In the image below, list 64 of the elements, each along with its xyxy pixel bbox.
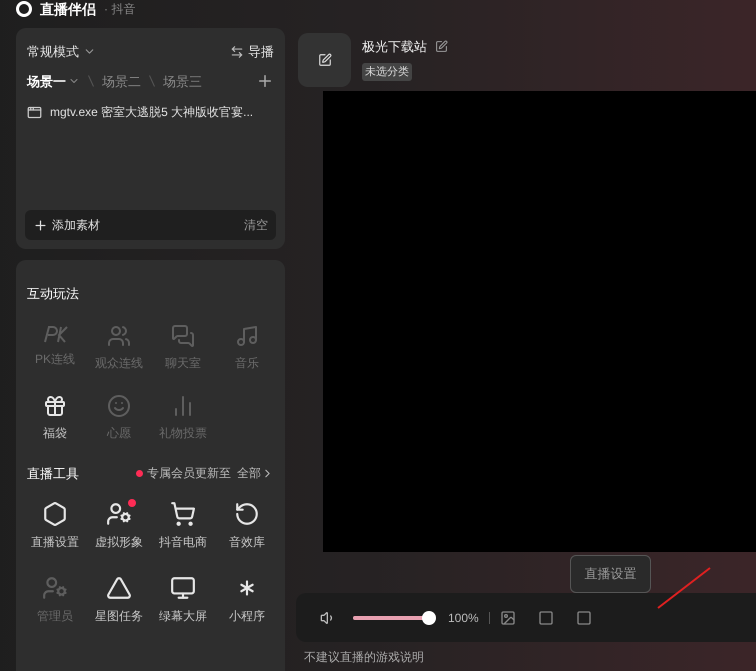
edit-icon (318, 53, 332, 67)
tile-label: 小程序 (229, 608, 265, 625)
tooltip: 直播设置 (570, 555, 651, 594)
source-item[interactable]: mgtv.exe 密室大逃脱5 大神版收官宴... (25, 103, 276, 121)
section-title: 直播工具 (27, 464, 79, 482)
window-icon[interactable] (576, 610, 592, 626)
feature-tile[interactable]: 绿幕大屏 (152, 571, 214, 629)
source-name: mgtv.exe 密室大逃脱5 大神版收官宴... (50, 104, 254, 121)
room-title: 极光下载站 (362, 38, 427, 56)
section-title: 互动玩法 (27, 285, 80, 303)
tile-label: 音效库 (229, 534, 265, 551)
tile-label: 福袋 (43, 424, 67, 442)
monitor-icon (170, 575, 196, 601)
feature-tile[interactable]: 抖音电商 (152, 497, 214, 555)
all-link[interactable]: 全部 (237, 464, 274, 482)
tile-label: 抖音电商 (159, 534, 207, 551)
tile-label: 礼物投票 (159, 424, 207, 442)
slash-separator-icon (88, 75, 94, 88)
tile-label: 星图任务 (95, 608, 143, 625)
hexagon-settings-icon (42, 501, 68, 527)
swap-arrows-icon (230, 44, 244, 59)
director-button[interactable]: 导播 (230, 42, 274, 62)
feature-tile[interactable]: 虚拟形象 (88, 497, 150, 555)
tile-label: 音乐 (235, 354, 259, 372)
pk-icon (42, 324, 68, 344)
scene-tab[interactable]: 场景三 (163, 72, 202, 91)
feature-tile[interactable]: 福袋 (24, 390, 86, 446)
avatar-person-icon (106, 501, 132, 527)
logo-icon (16, 1, 32, 17)
category-tag[interactable]: 未选分类 (362, 62, 412, 81)
clear-button[interactable]: 清空 (244, 216, 268, 234)
scene-tab[interactable]: 场景一 (27, 72, 80, 91)
tile-label: 绿幕大屏 (159, 608, 207, 625)
scene-tab[interactable]: 场景二 (102, 72, 141, 91)
screen-icon[interactable] (538, 610, 554, 626)
tile-label: 直播设置 (31, 534, 79, 551)
admin-person-icon (42, 575, 68, 601)
tile-label: 虚拟形象 (95, 534, 143, 551)
chat-bubbles-icon (171, 324, 195, 348)
music-note-icon (235, 324, 259, 348)
feature-tile[interactable]: 音效库 (216, 497, 278, 555)
window-icon (27, 104, 42, 120)
volume-reading: 100% (448, 610, 479, 627)
feature-tile[interactable]: 直播设置 (24, 497, 86, 555)
mode-dropdown[interactable]: 常规模式 (27, 42, 96, 62)
volume-thumb[interactable] (422, 610, 436, 625)
tile-label: 观众连线 (95, 354, 143, 372)
add-source-button[interactable]: 添加素材 (33, 216, 100, 234)
feature-tile[interactable]: 星图任务 (88, 571, 150, 629)
feature-tile[interactable]: 小程序 (216, 571, 278, 629)
edit-icon[interactable] (435, 40, 448, 54)
tile-label: 心愿 (107, 424, 131, 442)
app-title: 直播伴侣 (40, 0, 96, 18)
cart-icon (170, 501, 196, 527)
tile-label: 聊天室 (165, 354, 201, 372)
member-notice: 专属会员更新至 (147, 465, 231, 482)
footer-note[interactable]: 不建议直播的游戏说明 (304, 650, 424, 664)
cover-edit-button[interactable] (298, 33, 351, 87)
image-icon[interactable] (500, 610, 516, 626)
slash-separator-icon (149, 75, 155, 88)
platform-label: · 抖音 (104, 1, 136, 18)
tile-label: PK连线 (34, 350, 75, 368)
tile-label: 管理员 (37, 608, 73, 625)
plus-icon (33, 218, 48, 232)
